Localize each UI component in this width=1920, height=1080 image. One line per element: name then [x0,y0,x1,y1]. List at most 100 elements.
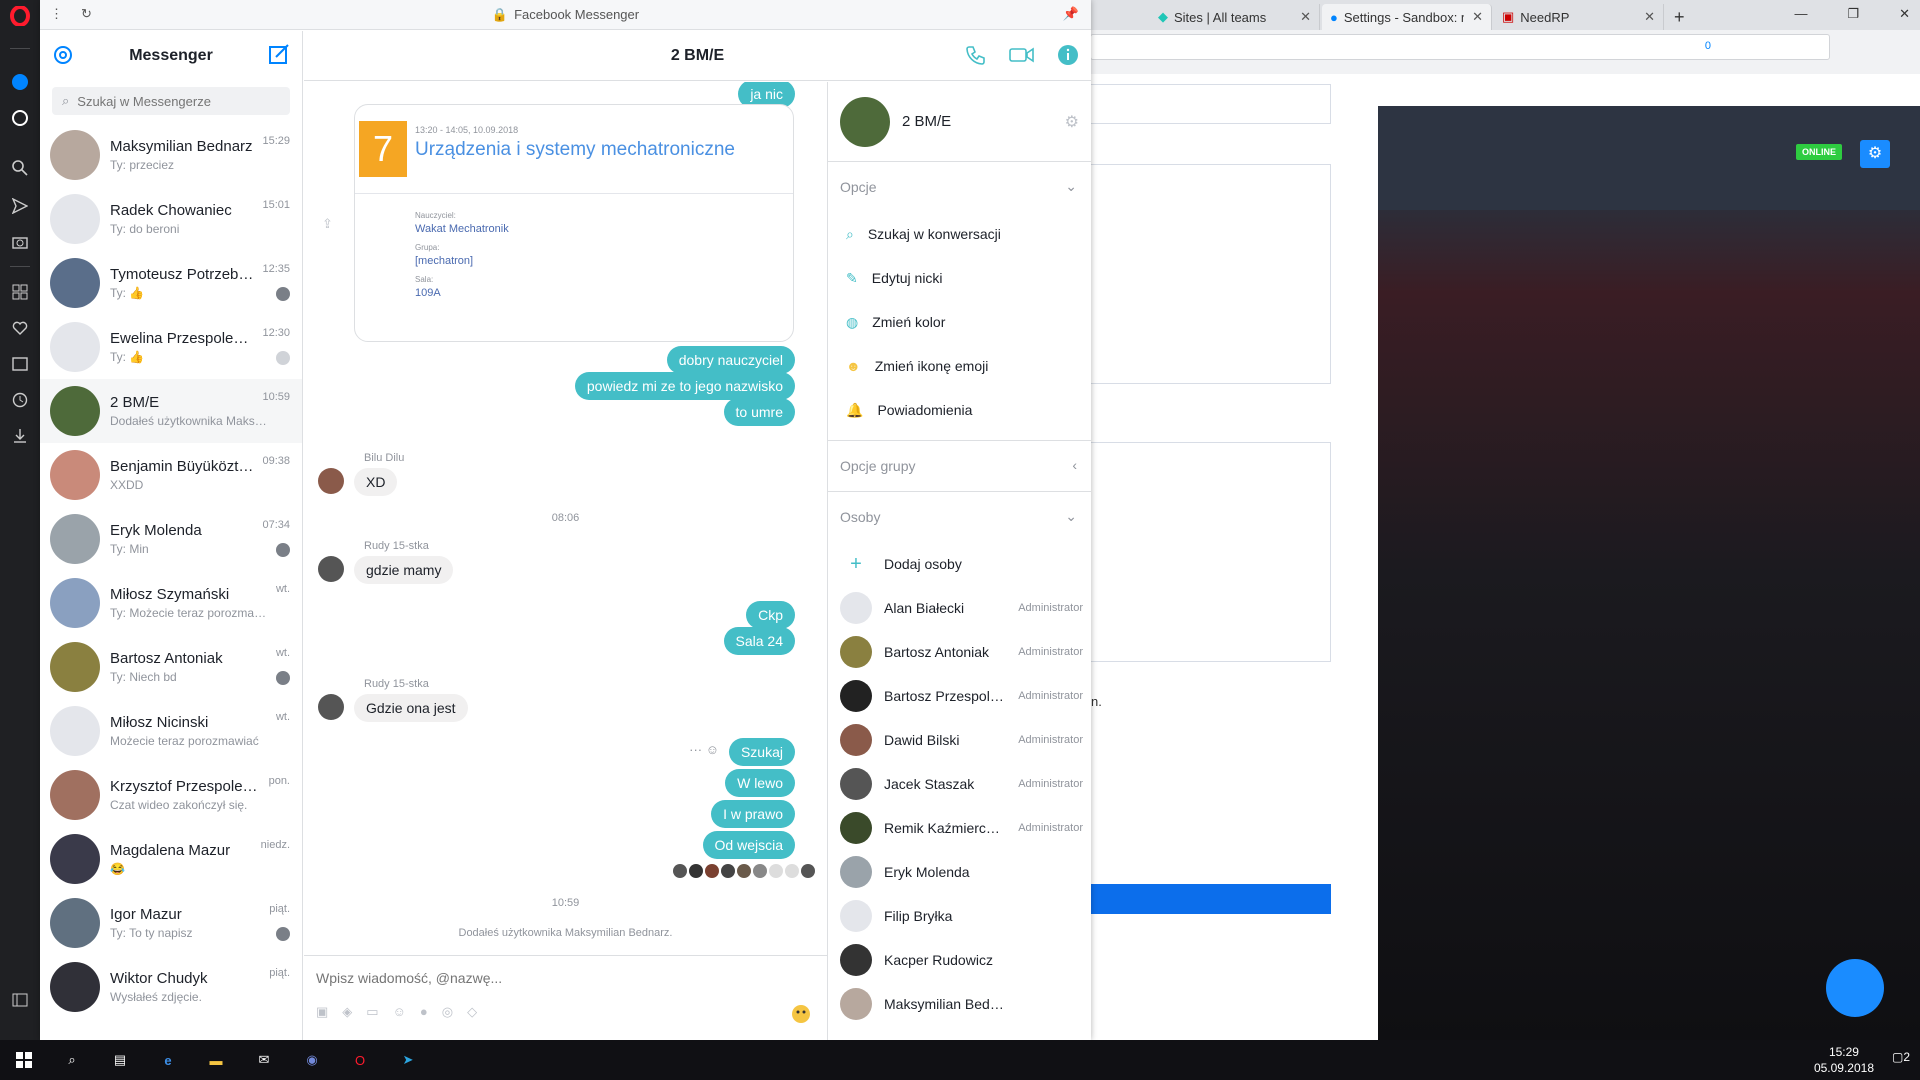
gif-icon[interactable]: ▭ [366,1004,378,1020]
message-outgoing[interactable]: Od wejscia [702,831,795,859]
option-edit-nicks[interactable]: ✎ Edytuj nicki [828,256,1091,300]
conversation-item[interactable]: Tymoteusz PotrzebowskiTy: 👍12:35 [40,251,302,315]
search-icon[interactable] [8,156,32,180]
history-icon[interactable] [8,388,32,412]
download-icon[interactable] [8,424,32,448]
sidebar-toggle-icon[interactable] [8,988,32,1012]
reload-icon[interactable]: ↻ [81,6,92,22]
game-icon[interactable]: ◇ [467,1004,477,1020]
member-item[interactable]: Eryk Molenda [828,850,1091,894]
conversation-item[interactable]: Ewelina Przespolewska Ty: 👍 12:30 [40,315,302,379]
task-view-icon[interactable]: ▤ [96,1040,144,1080]
mail-icon[interactable]: ✉ [240,1040,288,1080]
microphone-icon[interactable]: ● [420,1004,428,1020]
member-item[interactable]: Filip Bryłka [828,894,1091,938]
message-outgoing[interactable]: to umre [723,398,795,426]
message-outgoing[interactable]: Szukaj [728,738,795,766]
conversation-item[interactable]: Bartosz Antoniak Ty: Niech bd wt. [40,635,302,699]
member-item[interactable]: Jacek Staszak Administrator [828,762,1091,806]
windows-start-icon[interactable] [0,1040,48,1080]
message-incoming[interactable]: Gdzie ona jest [354,694,468,722]
close-tab-icon[interactable]: ✕ [1644,9,1655,25]
close-window-icon[interactable]: ✕ [1899,6,1910,22]
opera-icon[interactable]: O [336,1040,384,1080]
options-section-header[interactable]: Opcje ⌄ [828,162,1091,212]
conversation-item[interactable]: Wiktor Chudyk Wysłałeś zdjęcie. piąt. [40,955,302,1019]
more-actions-icon[interactable]: ··· ☺ [689,742,719,757]
message-outgoing[interactable]: dobry nauczyciel [666,346,795,374]
tab-sites[interactable]: ◆ Sites | All teams ✕ [1150,4,1320,30]
opera-logo-icon[interactable] [8,4,32,28]
message-outgoing[interactable]: W lewo [725,769,795,797]
option-search[interactable]: ⌕ Szukaj w konwersacji [828,212,1091,256]
settings-gear-icon[interactable]: ⚙ [1860,140,1890,168]
add-people-button[interactable]: + Dodaj osoby [828,542,1091,586]
discord-icon[interactable]: ◉ [288,1040,336,1080]
search-box[interactable]: ⌕ [52,87,290,115]
edge-icon[interactable]: e [144,1040,192,1080]
video-icon[interactable] [1009,44,1035,71]
member-item[interactable]: Bartosz Antoniak Administrator [828,630,1091,674]
conversation-item[interactable]: Maksymilian Bednarz Ty: przeciez 15:29 [40,123,302,187]
conversation-item[interactable]: Igor Mazur Ty: To ty napisz piąt. [40,891,302,955]
close-tab-icon[interactable]: ✕ [1300,9,1311,25]
menu-dots-icon[interactable]: ⋮ [50,6,63,22]
option-notifications[interactable]: 🔔 Powiadomienia [828,388,1091,432]
close-tab-icon[interactable]: ✕ [1472,9,1483,25]
shared-card[interactable]: 7 13:20 - 14:05, 10.09.2018 Urządzenia i… [354,104,794,342]
chat-launcher-icon[interactable] [1826,959,1884,1017]
settings-gear-icon[interactable]: ⚙ [1065,112,1079,132]
conversation-item[interactable]: 2 BM/EDodałeś użytkownika Maksymilian Be… [40,379,302,443]
new-tab-button[interactable]: + [1666,4,1693,30]
member-item[interactable]: Kacper Rudowicz [828,938,1091,982]
conversation-item[interactable]: Benjamin Büyüköztürk XXDD 09:38 [40,443,302,507]
option-change-color[interactable]: ◍ Zmień kolor [828,300,1091,344]
conversation-item[interactable]: Eryk Molenda Ty: Min 07:34 [40,507,302,571]
message-outgoing[interactable]: I w prawo [711,800,795,828]
system-clock[interactable]: 15:29 05.09.2018 [1814,1044,1874,1076]
news-icon[interactable] [8,352,32,376]
message-incoming[interactable]: XD [354,468,398,496]
compose-icon[interactable] [268,43,290,70]
speed-dial-icon[interactable] [8,280,32,304]
heart-icon[interactable] [8,316,32,340]
tab-settings[interactable]: ● Settings - Sandbox: mast ✕ [1322,4,1492,30]
member-item[interactable]: Remik Kaźmierczak Administrator [828,806,1091,850]
emoji-icon[interactable]: ☺ [393,1004,406,1020]
payment-icon[interactable]: ◎ [442,1004,453,1020]
conversation-item[interactable]: Magdalena Mazur 😂 niedz. [40,827,302,891]
phone-icon[interactable] [965,44,987,71]
info-icon[interactable] [1057,44,1079,71]
group-emoji-icon[interactable] [791,1004,811,1027]
whatsapp-icon[interactable] [8,106,32,130]
pin-icon[interactable]: 📌 [1063,6,1079,22]
search-input[interactable] [77,93,258,109]
member-item[interactable]: Bartosz PrzespolewskiAdministrator [828,674,1091,718]
people-section-header[interactable]: Osoby ⌄ [828,492,1091,542]
tab-needrp[interactable]: ▣ NeedRP ✕ [1494,4,1664,30]
camera-icon[interactable] [8,230,32,254]
conversation-item[interactable]: Krzysztof Przespolewski Czat wideo zakońc… [40,763,302,827]
image-icon[interactable]: ▣ [316,1004,328,1020]
sticker-icon[interactable]: ◈ [342,1004,352,1020]
file-explorer-icon[interactable]: ▬ [192,1040,240,1080]
bg-button[interactable] [1091,884,1331,914]
option-change-emoji[interactable]: ☻ Zmień ikonę emoji [828,344,1091,388]
address-bar[interactable]: 0 [1090,34,1830,60]
member-item[interactable]: Maksymilian Bednarz [828,982,1091,1026]
telegram-icon[interactable]: ➤ [384,1040,432,1080]
minimize-icon[interactable]: — [1794,6,1807,22]
notification-icon[interactable]: ▢2 [1892,1050,1910,1064]
conversation-item[interactable]: Miłosz Szymański Ty: Możecie teraz porozm… [40,571,302,635]
message-outgoing[interactable]: Sala 24 [723,627,795,655]
message-outgoing[interactable]: Ckp [746,601,795,629]
messenger-icon[interactable] [8,70,32,94]
restore-icon[interactable]: ❐ [1847,6,1859,22]
member-item[interactable]: Dawid Bilski Administrator [828,718,1091,762]
message-input[interactable] [316,968,786,988]
send-icon[interactable] [8,194,32,218]
message-outgoing[interactable]: powiedz mi ze to jego nazwisko [574,372,795,400]
conversation-item[interactable]: Radek Chowaniec Ty: do beroni 15:01 [40,187,302,251]
settings-gear-icon[interactable] [52,44,74,71]
group-options-header[interactable]: Opcje grupy ‹ [828,441,1091,491]
